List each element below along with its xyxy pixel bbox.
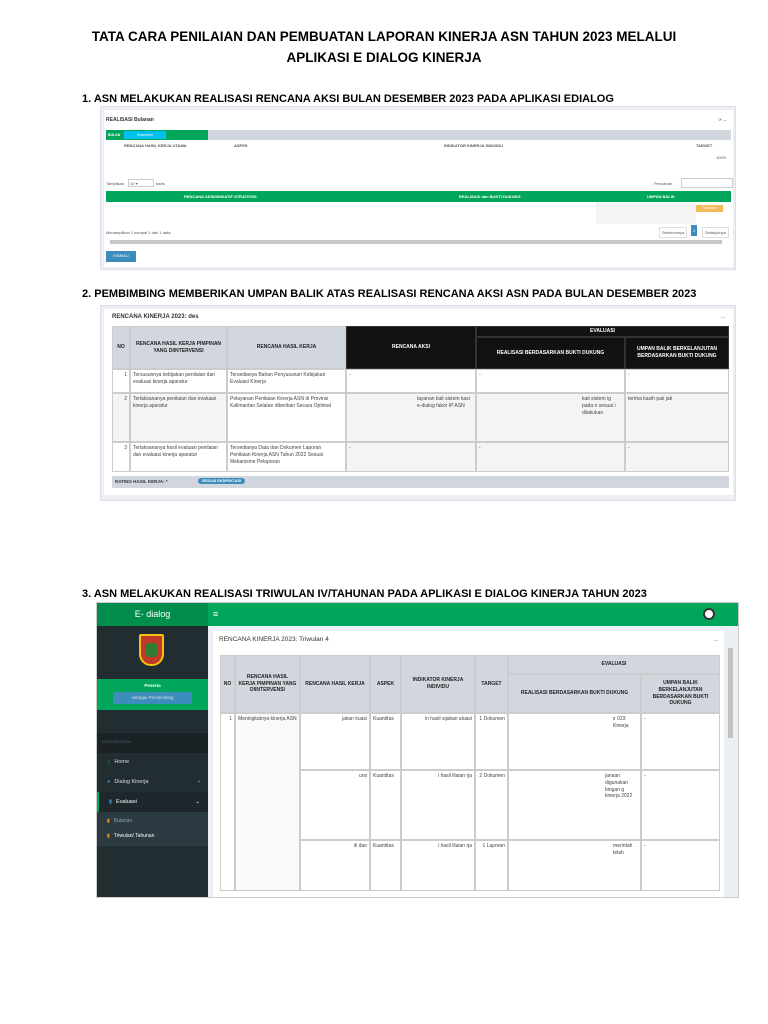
collapse-icon[interactable]: — — [721, 314, 725, 319]
screenshot-rencana-kinerja-des: RENCANA KINERJA 2023: des — NO RENCANA H… — [100, 305, 736, 501]
step-2-heading: 2. PEMBIMBING MEMBERIKAN UMPAN BALIK ATA… — [82, 288, 697, 300]
panel-title: RENCANA KINERJA 2023: Triwulan 4 — [219, 636, 329, 643]
menu-toggle-icon[interactable]: ≡ — [213, 609, 218, 619]
vertical-scrollbar[interactable] — [728, 648, 733, 738]
col-realisasi: REALISASI dan BUKTI DUKUNG — [459, 194, 521, 199]
file-icon: ▮ — [107, 833, 110, 839]
menu-bulanan[interactable]: ▮ Bulanan — [97, 814, 208, 828]
chat-icon: ● — [107, 779, 111, 785]
bulan-label: BULAN — [108, 133, 121, 137]
table-info: Menampilkan 1 sampai 1 dari 1 data — [106, 230, 171, 235]
col-rhk-pimpinan: RENCANA HASIL KERJA PIMPINAN YANG DIINTE… — [235, 655, 300, 713]
user-avatar[interactable] — [703, 608, 715, 620]
row-rhk-pimpinan: Meningkatnya kinerja ASN — [235, 713, 300, 891]
sidebar: Peserta sebagai Pembimbing NAVIGASI UTAM… — [97, 626, 208, 897]
col-target: TARGET — [475, 655, 508, 713]
prev-page-button[interactable]: Sebelumnya — [659, 227, 688, 238]
col-realisasi: REALISASI BERDASARKAN BUKTI DUKUNG — [476, 337, 625, 369]
show-suffix: baris — [156, 181, 165, 186]
col-umpan-balik: UMPAN BALIK BERKELANJUTAN BERDASARKAN BU… — [641, 674, 720, 713]
col-rhk: RENCANA HASIL KERJA — [227, 326, 346, 369]
search-input[interactable] — [681, 178, 733, 188]
col-umpan-balik: UMPAN BALIK — [647, 194, 675, 199]
home-icon: ⌂ — [107, 759, 111, 765]
col-rhk: RENCANA HASIL KERJA — [300, 655, 370, 713]
nav-header: NAVIGASI UTAMA — [102, 740, 132, 744]
menu-triwulan-tahunan[interactable]: ▮ Triwulan/ Tahunan — [97, 829, 208, 843]
target-value: 100% — [716, 155, 727, 160]
kembali-button[interactable]: KEMBALI — [106, 251, 136, 262]
menu-evaluasi[interactable]: ▮ Evaluasi ⌄ — [97, 792, 208, 812]
document-title-line2: APLIKASI E DIALOG KINERJA — [286, 50, 482, 65]
col-evaluasi: EVALUASI — [476, 326, 729, 337]
panel-tools-icon[interactable]: ⟳ — — [719, 117, 727, 122]
step-1-heading: 1. ASN MELAKUKAN REALISASI RENCANA AKSI … — [82, 93, 614, 105]
menu-home[interactable]: ⌂ Home — [97, 752, 208, 772]
col-umpan-balik: UMPAN BALIK BERKELANJUTAN BERDASARKAN BU… — [625, 337, 729, 369]
file-icon: ▮ — [107, 818, 110, 824]
step-3-heading: 3. ASN MELAKUKAN REALISASI TRIWULAN IV/T… — [82, 588, 647, 600]
page-length-select[interactable]: 10 ▾ — [128, 179, 154, 187]
col-realisasi: REALISASI BERDASARKAN BUKTI DUKUNG — [508, 674, 641, 713]
document-title-line1: TATA CARA PENILAIAN DAN PEMBUATAN LAPORA… — [91, 29, 677, 44]
panel-title: REALISASI Bulanan — [106, 117, 154, 123]
show-label: Tampilkan — [106, 181, 125, 186]
col-iki: INDIKATOR KINERJA INDIVIDU — [401, 655, 475, 713]
brand-logo[interactable]: E- dialog — [97, 603, 208, 626]
horizontal-scrollbar[interactable] — [110, 240, 722, 244]
role-label: Peserta — [144, 683, 161, 688]
col-target: TARGET — [696, 143, 713, 148]
col-iki: INDIKATOR KINERJA INDIVIDU — [444, 143, 504, 148]
col-no: NO — [112, 326, 130, 369]
rating-badge: SESUAI EKSPEKTASI — [198, 478, 246, 484]
col-evaluasi: EVALUASI — [508, 655, 720, 674]
col-aspek: ASPEK — [234, 143, 248, 148]
col-rencana-aksi: RENCANA AKSI/INISIATIF STRATEGIS — [184, 194, 257, 199]
col-rhk-pimpinan: RENCANA HASIL KERJA PIMPINAN YANG DIINTE… — [130, 326, 227, 369]
realisasi-button[interactable]: Realisasi — [696, 205, 723, 212]
col-rencana-aksi: RENCANA AKSI — [346, 326, 476, 369]
next-page-button[interactable]: Selanjutnya — [702, 227, 729, 238]
province-emblem-icon — [139, 634, 164, 666]
col-no: NO — [220, 655, 235, 713]
screenshot-realisasi-bulanan: REALISASI Bulanan ⟳ — BULAN Desember REN… — [100, 106, 736, 270]
bulan-select[interactable]: Desember — [124, 131, 166, 139]
row-no: 1 — [220, 713, 235, 891]
rating-label: RATING HASIL KERJA: * — [115, 479, 168, 484]
menu-dialog-kinerja[interactable]: ● Dialog Kinerja ‹ — [97, 772, 208, 792]
chevron-left-icon: ‹ — [198, 779, 200, 785]
file-icon: ▮ — [109, 799, 113, 805]
chevron-down-icon: ⌄ — [195, 799, 200, 805]
col-rhk-utama: RENCANA HASIL KERJA UTAMA — [124, 143, 187, 148]
col-aspek: ASPEK — [370, 655, 401, 713]
switch-role-button[interactable]: sebagai Pembimbing — [113, 692, 192, 704]
search-label: Pencarian : — [654, 181, 675, 186]
panel-title: RENCANA KINERJA 2023: des — [112, 314, 199, 320]
screenshot-edialog-triwulan: E- dialog ≡ Peserta sebagai Pembimbing N… — [96, 602, 739, 898]
page-1-button[interactable]: 1 — [691, 225, 698, 236]
collapse-icon[interactable]: — — [714, 637, 718, 642]
